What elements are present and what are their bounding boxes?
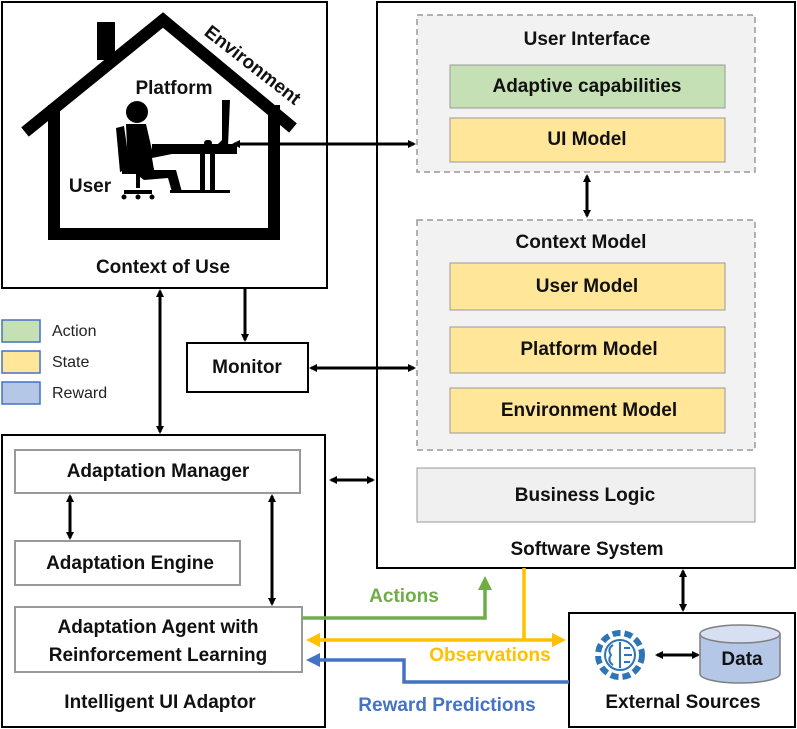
business-logic-label: Business Logic (515, 485, 656, 506)
adaptation-manager-label: Adaptation Manager (67, 461, 250, 482)
ai-gear-icon (595, 630, 645, 680)
reward-predictions-label: Reward Predictions (358, 695, 535, 716)
software-system-title: Software System (510, 539, 663, 560)
adaptation-agent-label-line1: Adaptation Agent with (58, 617, 259, 638)
external-sources-title: External Sources (605, 692, 760, 713)
intelligent-ui-adaptor-title: Intelligent UI Adaptor (64, 692, 256, 713)
legend-swatch-reward (1, 381, 41, 405)
software-system-box: User Interface Adaptive capabilities UI … (376, 1, 796, 569)
legend-label-reward: Reward (52, 385, 107, 402)
user-interface-title: User Interface (524, 29, 651, 50)
environment-model-label: Environment Model (501, 400, 677, 421)
legend-swatch-state (1, 350, 41, 374)
context-model-title: Context Model (516, 232, 647, 253)
adaptation-agent-label-line2: Reinforcement Learning (49, 645, 268, 666)
adaptive-capabilities-label: Adaptive capabilities (492, 76, 681, 97)
user-model-label: User Model (536, 276, 638, 297)
context-of-use-title: Context of Use (96, 257, 230, 278)
intelligent-ui-adaptor-box: Adaptation Manager Adaptation Engine Ada… (1, 434, 326, 728)
adaptation-engine-label: Adaptation Engine (46, 553, 214, 574)
legend-label-action: Action (52, 323, 96, 340)
diagram: Platform User Environment Context of Use… (1, 1, 796, 728)
external-sources-box: Data External Sources (568, 612, 796, 728)
user-label: User (69, 176, 112, 197)
legend: Action State Reward (1, 319, 107, 405)
actions-label: Actions (369, 586, 439, 607)
legend-swatch-action (1, 319, 41, 343)
platform-model-label: Platform Model (520, 339, 657, 360)
platform-label: Platform (135, 78, 212, 99)
observations-label: Observations (429, 645, 550, 666)
ui-model-label: UI Model (547, 129, 626, 150)
legend-label-state: State (52, 354, 89, 371)
data-label: Data (721, 649, 763, 670)
monitor-label: Monitor (212, 357, 282, 378)
